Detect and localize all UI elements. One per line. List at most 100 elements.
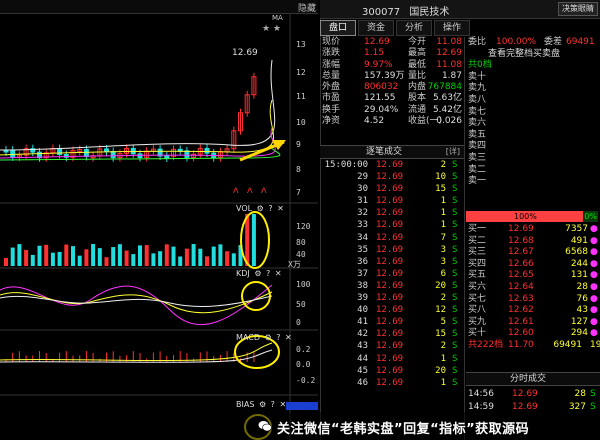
sell-level-row[interactable]: 卖十: [466, 72, 600, 84]
trade-row[interactable]: 46 12.69 1 S: [320, 377, 464, 389]
trade-time: 41: [357, 317, 368, 328]
banner-text: 关注微信“老韩实盘”回复“指标”获取源码: [277, 422, 530, 437]
gear-icon[interactable]: ⚙: [254, 269, 261, 278]
trade-row[interactable]: 45 12.69 20 S: [320, 365, 464, 377]
sell-level-row[interactable]: 卖一: [466, 176, 600, 188]
decision-eyes-button[interactable]: 决策眼睛: [558, 2, 598, 16]
gear-icon[interactable]: ⚙: [259, 400, 266, 409]
sell-level-row[interactable]: 卖四: [466, 141, 600, 153]
volume-bar: [24, 249, 29, 266]
sell-level-row[interactable]: 卖七: [466, 107, 600, 119]
trade-row[interactable]: 44 12.69 1 S: [320, 353, 464, 365]
buy-level-marker: ●: [590, 235, 598, 246]
volume-bar: [10, 247, 15, 266]
full-book-link[interactable]: 查看完整档买卖盘: [466, 49, 600, 61]
volume-bar: [218, 244, 223, 266]
buy-level-row[interactable]: 买五 12.65 131 ●: [466, 270, 600, 282]
sell-level-row[interactable]: 卖五: [466, 130, 600, 142]
trades-list[interactable]: 15:00:00 12.69 2 S 29 12.69 10 S 30 12.69 15 S 31 12.…: [320, 159, 464, 389]
trade-row[interactable]: 35 12.69 3 S: [320, 244, 464, 256]
close-icon[interactable]: ✕: [279, 400, 286, 409]
trade-price: 12.69: [376, 317, 404, 328]
gear-icon[interactable]: ⚙: [265, 333, 272, 342]
quote-row: 涨幅 9.97% 最低 11.08: [320, 60, 464, 71]
trade-row[interactable]: 34 12.69 7 S: [320, 232, 464, 244]
trade-row[interactable]: 43 12.69 2 S: [320, 340, 464, 352]
buy-level-row[interactable]: 买二 12.68 491 ●: [466, 236, 600, 248]
trade-time: 32: [357, 208, 368, 219]
trade-side: S: [452, 172, 458, 183]
help-icon[interactable]: ?: [276, 333, 280, 342]
fenshi-side: S: [590, 389, 596, 399]
volume-bar: [71, 246, 75, 266]
trade-row[interactable]: 41 12.69 5 S: [320, 316, 464, 328]
sell-level-row[interactable]: 卖六: [466, 118, 600, 130]
trades-detail-link[interactable]: [详]: [446, 146, 460, 158]
quote-label: 净资: [322, 116, 341, 127]
trade-row[interactable]: 37 12.69 6 S: [320, 268, 464, 280]
tab-caozuo[interactable]: 操作: [434, 20, 470, 36]
buy-level-label: 买八: [468, 305, 487, 316]
vol-indicator-name: VOL: [236, 204, 253, 213]
close-icon[interactable]: ✕: [275, 269, 282, 278]
trade-row[interactable]: 30 12.69 15 S: [320, 183, 464, 195]
quote-label: 流通: [408, 104, 427, 115]
trade-row[interactable]: 32 12.69 1 S: [320, 207, 464, 219]
trade-row[interactable]: 38 12.69 20 S: [320, 280, 464, 292]
trade-row[interactable]: 42 12.69 15 S: [320, 328, 464, 340]
buy-level-row[interactable]: 买三 12.67 6568 ●: [466, 247, 600, 259]
trade-side: S: [452, 280, 458, 291]
column-divider: [464, 37, 465, 440]
buy-level-row[interactable]: 买八 12.62 43 ●: [466, 305, 600, 317]
sell-level-row[interactable]: 卖三: [466, 153, 600, 165]
trade-row[interactable]: 40 12.69 12 S: [320, 304, 464, 316]
price-axis-tick: 8: [296, 165, 301, 174]
trade-row[interactable]: 33 12.69 1 S: [320, 219, 464, 231]
trade-volume: 2: [440, 160, 446, 170]
sell-level-row[interactable]: 卖九: [466, 83, 600, 95]
buy-level-row[interactable]: 买四 12.66 244 ●: [466, 259, 600, 271]
help-icon[interactable]: ?: [271, 400, 275, 409]
trade-row[interactable]: 31 12.69 1 S: [320, 195, 464, 207]
buy-level-row[interactable]: 买九 12.61 127 ●: [466, 317, 600, 329]
fenshi-title: 分时成交: [510, 374, 547, 384]
kline-chart-panel[interactable]: [0, 0, 318, 440]
trade-side: S: [452, 160, 458, 170]
trade-price: 12.69: [376, 268, 404, 279]
hide-button[interactable]: 隐藏: [298, 1, 316, 14]
candlestick-series: [3, 72, 257, 163]
help-icon[interactable]: ?: [266, 269, 270, 278]
quote-label: 今开: [408, 37, 427, 47]
buy-level-row[interactable]: 买一 12.69 7357 ●: [466, 224, 600, 236]
tab-pankou[interactable]: 盘口: [320, 20, 356, 36]
trade-price: 12.69: [376, 232, 404, 243]
trade-row[interactable]: 36 12.69 3 S: [320, 256, 464, 268]
close-icon[interactable]: ✕: [285, 333, 292, 342]
trade-time: 35: [357, 244, 368, 255]
quote-label: 量比: [408, 70, 427, 81]
trade-row[interactable]: 39 12.69 2 S: [320, 292, 464, 304]
sell-level-row[interactable]: 卖八: [466, 95, 600, 107]
buy-level-row[interactable]: 买十 12.60 294 ●: [466, 328, 600, 340]
buy-level-row[interactable]: 买七 12.63 76 ●: [466, 294, 600, 306]
help-icon[interactable]: ?: [268, 204, 272, 213]
quote-row: 换手 29.04% 流通 5.42亿: [320, 105, 464, 116]
trade-row[interactable]: 15:00:00 12.69 2 S: [320, 159, 464, 171]
sell-level-label: 卖一: [468, 176, 487, 187]
trade-volume: 6: [440, 268, 446, 279]
trade-volume: 3: [440, 244, 446, 255]
sell-level-row[interactable]: 卖二: [466, 165, 600, 177]
close-icon[interactable]: ✕: [277, 204, 284, 213]
wechat-icon: [258, 421, 272, 432]
tab-zijin[interactable]: 资金: [358, 20, 394, 36]
quote-tabs: 盘口 资金 分析 操作: [320, 20, 472, 36]
volume-bar: [251, 214, 256, 266]
volume-bar: [231, 253, 236, 266]
gear-icon[interactable]: ⚙: [257, 204, 264, 213]
trade-row[interactable]: 29 12.69 10 S: [320, 171, 464, 183]
quote-label: 涨跌: [322, 48, 341, 59]
tab-fenxi[interactable]: 分析: [396, 20, 432, 36]
fenshi-row[interactable]: 14:56 12.69 28 S: [466, 388, 600, 400]
buy-level-row[interactable]: 买六 12.64 28 ●: [466, 282, 600, 294]
kline-chart-canvas[interactable]: [0, 0, 318, 440]
